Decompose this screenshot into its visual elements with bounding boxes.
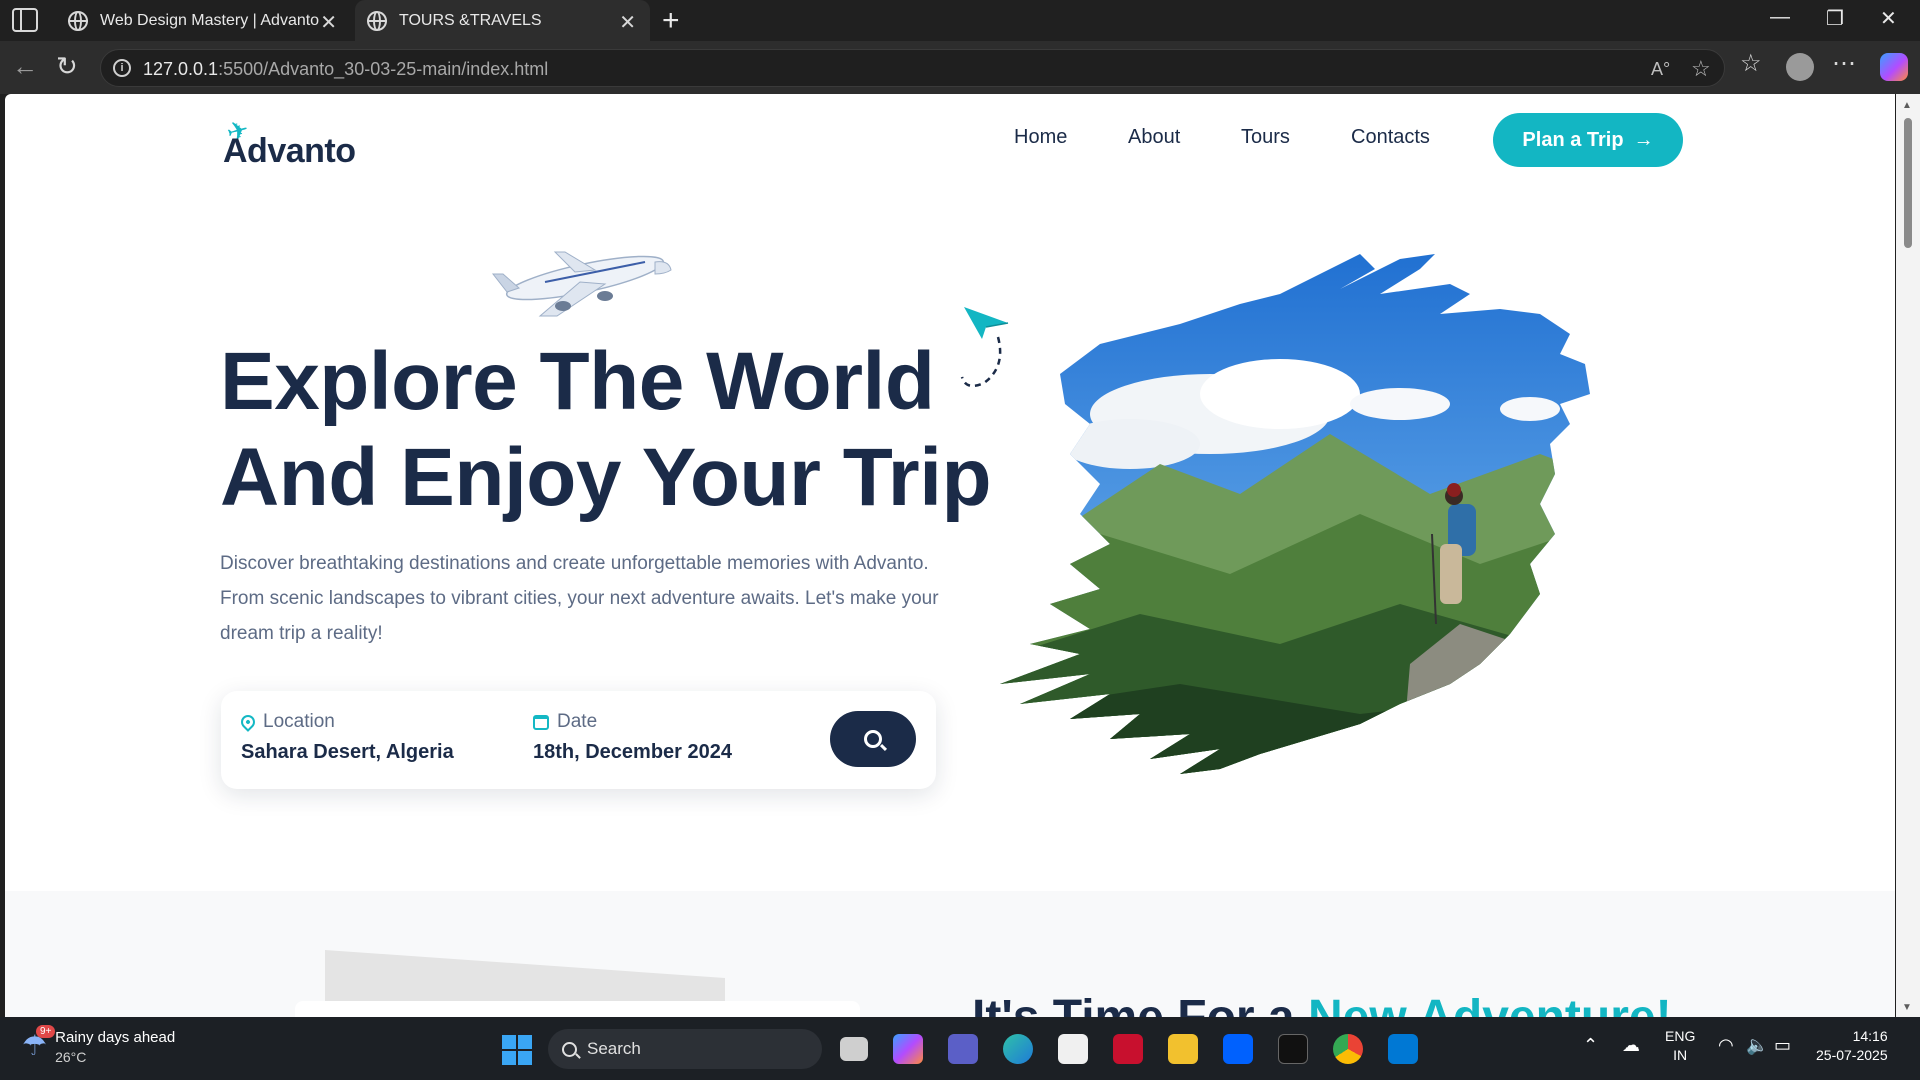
clock[interactable]: 14:16 25-07-2025	[1816, 1027, 1888, 1065]
site-info-icon[interactable]: i	[113, 59, 131, 77]
copilot-app-icon[interactable]	[893, 1034, 923, 1064]
copilot-icon[interactable]	[1880, 53, 1908, 81]
scroll-up-icon[interactable]: ▲	[1902, 100, 1912, 111]
teams-icon[interactable]	[948, 1034, 978, 1064]
plan-a-trip-button[interactable]: Plan a Trip →	[1493, 113, 1683, 167]
new-tab-button[interactable]: +	[662, 4, 680, 38]
task-view-icon[interactable]	[840, 1037, 868, 1061]
section-title: It's Time For a New Adventure!	[972, 990, 1672, 1017]
address-bar[interactable]: i 127.0.0.1:5500/Advanto_30-03-25-main/i…	[100, 49, 1725, 87]
show-hidden-icons-icon[interactable]: ⌃	[1583, 1035, 1598, 1056]
plan-a-trip-label: Plan a Trip	[1522, 128, 1624, 151]
nav-about[interactable]: About	[1128, 126, 1180, 149]
notification-badge: 9+	[36, 1025, 56, 1038]
weather-title: Rainy days ahead	[55, 1029, 176, 1046]
search-icon	[864, 730, 882, 748]
hero-title-line1: Explore The World	[220, 336, 935, 427]
windows-taskbar: ☂ 9+ Rainy days ahead 26°C Search ⌃ ☁ ENG…	[0, 1017, 1920, 1080]
date-label: Date	[557, 711, 598, 732]
minimize-button[interactable]: —	[1770, 6, 1790, 29]
wifi-icon[interactable]: ◠	[1718, 1035, 1734, 1056]
volume-icon[interactable]: 🔈	[1746, 1035, 1768, 1056]
taskbar-search-label: Search	[587, 1039, 641, 1058]
hero-description: Discover breathtaking destinations and c…	[220, 553, 939, 644]
terminal-icon[interactable]	[1278, 1034, 1308, 1064]
vscode-icon[interactable]	[1388, 1034, 1418, 1064]
location-value: Sahara Desert, Algeria	[241, 741, 454, 763]
back-icon[interactable]: ←	[12, 51, 38, 82]
location-label: Location	[263, 711, 335, 732]
tab-title: Web Design Mastery | Advanto	[100, 11, 320, 29]
search-icon	[562, 1041, 577, 1057]
tab-title: TOURS &TRAVELS	[399, 11, 542, 29]
arrow-right-icon: →	[1633, 128, 1654, 151]
close-tab-icon[interactable]: ✕	[320, 10, 337, 35]
edge-icon[interactable]	[1003, 1034, 1033, 1064]
sidebar-toggle-icon[interactable]	[12, 8, 38, 32]
language-indicator[interactable]: ENG IN	[1665, 1027, 1695, 1065]
onedrive-cloud-icon[interactable]: ☁	[1622, 1035, 1640, 1056]
start-button-icon[interactable]	[502, 1035, 532, 1065]
date-field[interactable]: Date 18th, December 2024	[533, 711, 732, 764]
mcafee-icon[interactable]	[1113, 1034, 1143, 1064]
nav-tours[interactable]: Tours	[1241, 126, 1290, 149]
location-field[interactable]: Location Sahara Desert, Algeria	[238, 711, 454, 764]
favorite-star-icon[interactable]: ☆	[1691, 56, 1711, 82]
more-options-icon[interactable]: ⋯	[1832, 49, 1856, 78]
site-logo[interactable]: Advanto	[223, 132, 356, 171]
profile-avatar-icon[interactable]	[1786, 53, 1814, 81]
clock-date: 25-07-2025	[1816, 1047, 1888, 1063]
page-viewport: ✈ Advanto Home About Tours Contacts Plan…	[5, 94, 1895, 1017]
dropbox-icon[interactable]	[1223, 1034, 1253, 1064]
tab-web-design-mastery[interactable]: Web Design Mastery | Advanto ✕	[56, 0, 351, 41]
globe-icon	[68, 10, 88, 31]
trip-search-card: Location Sahara Desert, Algeria Date 18t…	[221, 691, 936, 789]
restore-button[interactable]: ❐	[1826, 6, 1844, 31]
airplane-image	[491, 251, 672, 317]
search-button[interactable]	[830, 711, 916, 767]
weather-temp: 26°C	[55, 1049, 87, 1065]
weather-widget[interactable]: ☂ 9+ Rainy days ahead 26°C	[22, 1025, 176, 1065]
map-pin-icon	[238, 712, 258, 732]
nav-contacts[interactable]: Contacts	[1351, 126, 1430, 149]
chrome-icon[interactable]	[1333, 1034, 1363, 1064]
store-icon[interactable]	[1058, 1034, 1088, 1064]
refresh-icon[interactable]: ↻	[56, 51, 78, 82]
battery-icon[interactable]: ▭	[1774, 1035, 1791, 1056]
hero-title-line2: And Enjoy Your Trip	[220, 432, 992, 523]
file-explorer-icon[interactable]	[1168, 1034, 1198, 1064]
favorites-icon[interactable]: ☆	[1740, 49, 1762, 78]
clock-time: 14:16	[1852, 1028, 1888, 1044]
browser-tab-bar: Web Design Mastery | Advanto ✕ TOURS &TR…	[0, 0, 1920, 41]
browser-toolbar: ← ↻ i 127.0.0.1:5500/Advanto_30-03-25-ma…	[0, 41, 1920, 94]
date-value: 18th, December 2024	[533, 741, 733, 763]
hero-mountain-hiker-image	[1000, 254, 1590, 774]
section-card	[295, 1001, 860, 1017]
calendar-icon	[533, 714, 549, 730]
taskbar-search[interactable]: Search	[548, 1029, 822, 1069]
hero-title: Explore The World And Enjoy Your Trip	[220, 334, 992, 526]
read-aloud-icon[interactable]: A°	[1651, 59, 1670, 80]
close-tab-icon[interactable]: ✕	[619, 10, 636, 35]
nav-home[interactable]: Home	[1014, 126, 1067, 149]
close-window-button[interactable]: ✕	[1880, 6, 1897, 31]
url-text[interactable]: 127.0.0.1:5500/Advanto_30-03-25-main/ind…	[143, 59, 548, 80]
scroll-thumb[interactable]	[1904, 118, 1912, 248]
page-scrollbar[interactable]: ▲ ▼	[1896, 94, 1920, 1017]
scroll-down-icon[interactable]: ▼	[1902, 1002, 1912, 1013]
umbrella-icon: ☂ 9+	[22, 1025, 56, 1065]
globe-icon	[367, 10, 387, 31]
tab-tours-travels[interactable]: TOURS &TRAVELS ✕	[355, 0, 650, 41]
